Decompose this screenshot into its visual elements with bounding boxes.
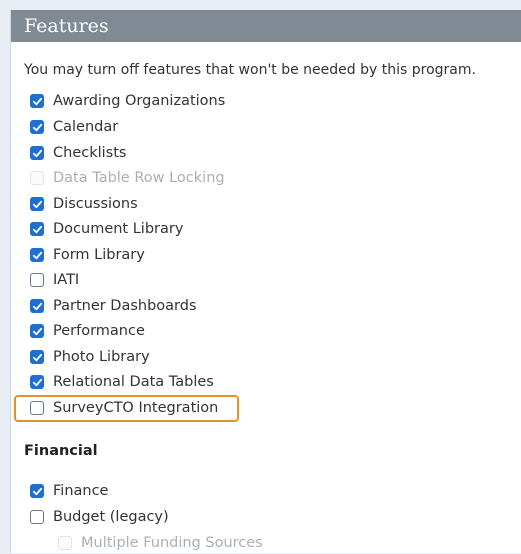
feature-relational-data-tables[interactable]: Relational Data Tables [30, 371, 214, 393]
checkbox[interactable] [30, 375, 44, 389]
checkbox[interactable] [30, 273, 44, 287]
feature-label: Document Library [53, 221, 184, 237]
features-panel: Features You may turn off features that … [10, 10, 521, 553]
checkmark-icon [32, 200, 42, 208]
checkmark-icon [32, 251, 42, 259]
financial-section-title: Financial [24, 443, 98, 459]
financial-finance[interactable]: Finance [30, 480, 108, 502]
feature-label: Calendar [53, 119, 119, 135]
feature-label: Partner Dashboards [53, 298, 197, 314]
checkmark-icon [32, 149, 42, 157]
feature-data-table-row-locking: Data Table Row Locking [30, 167, 225, 189]
feature-photo-library[interactable]: Photo Library [30, 346, 150, 368]
checkbox[interactable] [30, 350, 44, 364]
feature-surveycto-integration[interactable]: SurveyCTO Integration [30, 397, 218, 419]
checkbox[interactable] [30, 197, 44, 211]
checkbox[interactable] [30, 510, 44, 524]
checkmark-icon [32, 327, 42, 335]
checkmark-icon [32, 378, 42, 386]
intro-text: You may turn off features that won't be … [24, 62, 476, 78]
feature-label: Relational Data Tables [53, 374, 214, 390]
feature-label: Photo Library [53, 349, 150, 365]
feature-label: Awarding Organizations [53, 93, 226, 109]
financial-label: Finance [53, 483, 109, 499]
checkbox[interactable] [30, 120, 44, 134]
financial-label: Multiple Funding Sources [81, 535, 263, 551]
financial-multiple-funding-sources: Multiple Funding Sources [58, 532, 263, 554]
checkmark-icon [32, 123, 42, 131]
feature-checklists[interactable]: Checklists [30, 142, 126, 164]
feature-partner-dashboards[interactable]: Partner Dashboards [30, 295, 197, 317]
feature-label: SurveyCTO Integration [53, 400, 219, 416]
panel-title: Features [11, 10, 521, 42]
feature-form-library[interactable]: Form Library [30, 244, 145, 266]
feature-label: IATI [53, 272, 80, 288]
feature-calendar[interactable]: Calendar [30, 116, 118, 138]
feature-label: Form Library [53, 247, 145, 263]
checkbox[interactable] [30, 94, 44, 108]
feature-label: Data Table Row Locking [53, 170, 225, 186]
checkbox[interactable] [30, 248, 44, 262]
feature-label: Performance [53, 323, 145, 339]
checkbox[interactable] [30, 401, 44, 415]
checkmark-icon [32, 353, 42, 361]
checkbox[interactable] [30, 146, 44, 160]
checkmark-icon [32, 487, 42, 495]
feature-awarding-organizations[interactable]: Awarding Organizations [30, 90, 225, 112]
feature-label: Discussions [53, 196, 138, 212]
feature-iati[interactable]: IATI [30, 269, 79, 291]
feature-performance[interactable]: Performance [30, 320, 145, 342]
checkmark-icon [32, 302, 42, 310]
feature-discussions[interactable]: Discussions [30, 193, 138, 215]
checkmark-icon [32, 225, 42, 233]
financial-label: Budget (legacy) [53, 509, 169, 525]
financial-budget-legacy[interactable]: Budget (legacy) [30, 506, 169, 528]
feature-label: Checklists [53, 145, 127, 161]
checkbox [30, 171, 44, 185]
checkbox[interactable] [30, 299, 44, 313]
feature-document-library[interactable]: Document Library [30, 218, 183, 240]
checkbox[interactable] [30, 324, 44, 338]
checkbox[interactable] [30, 222, 44, 236]
checkmark-icon [32, 97, 42, 105]
checkbox[interactable] [30, 484, 44, 498]
checkbox [58, 536, 72, 550]
